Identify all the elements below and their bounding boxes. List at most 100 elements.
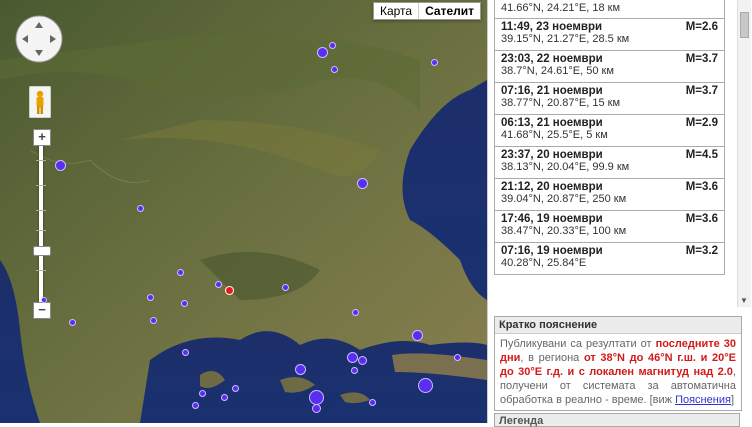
event-magnitude: M=3.6 xyxy=(685,213,718,225)
zoom-tick xyxy=(36,210,46,211)
event-magnitude: M=2.9 xyxy=(685,117,718,129)
map-view[interactable]: Карта Сателит + − xyxy=(0,0,487,423)
earthquake-marker[interactable] xyxy=(54,159,66,171)
earthquake-marker[interactable] xyxy=(316,46,328,58)
earthquake-marker[interactable] xyxy=(330,65,338,73)
legend-header[interactable]: Легенда xyxy=(494,413,740,427)
earthquake-marker[interactable] xyxy=(180,299,188,307)
list-item-header: 23:37, 20 ноември M=4.5 xyxy=(501,149,718,161)
earthquake-marker[interactable] xyxy=(328,41,336,49)
event-coordinates: 38.77°N, 20.87°E, 15 км xyxy=(501,97,621,109)
event-time: 06:13, 21 ноември xyxy=(501,117,603,129)
earthquake-marker[interactable] xyxy=(308,389,324,405)
earthquake-marker[interactable] xyxy=(198,389,206,397)
map-type-map-button[interactable]: Карта xyxy=(374,3,418,19)
explanation-link[interactable]: Пояснения xyxy=(675,394,731,406)
earthquake-marker[interactable] xyxy=(231,384,239,392)
event-coordinates: 40.28°N, 25.84°E xyxy=(501,257,587,269)
earthquake-marker[interactable] xyxy=(220,393,228,401)
earthquake-marker[interactable] xyxy=(41,297,47,303)
earthquake-marker[interactable] xyxy=(68,318,76,326)
earthquake-marker[interactable] xyxy=(146,293,154,301)
zoom-tick xyxy=(36,270,46,271)
list-item[interactable]: 17:46, 19 ноември M=3.6 38.47°N, 20.33°E, … xyxy=(494,211,725,243)
list-item[interactable]: 23:03, 22 ноември M=3.7 38.7°N, 24.61°E, 5… xyxy=(494,51,725,83)
zoom-slider-thumb[interactable] xyxy=(33,246,51,256)
map-type-satellite-button[interactable]: Сателит xyxy=(418,3,480,19)
earthquake-marker[interactable] xyxy=(214,280,222,288)
earthquake-marker[interactable] xyxy=(430,58,438,66)
earthquake-marker[interactable] xyxy=(356,177,368,189)
zoom-tick xyxy=(36,160,46,161)
explanation-part: ] xyxy=(730,394,734,406)
earthquake-marker[interactable] xyxy=(453,353,461,361)
earthquake-marker-selected[interactable] xyxy=(224,285,234,295)
list-item[interactable]: 41.66°N, 24.21°E, 18 км xyxy=(494,0,725,19)
event-time: 17:46, 19 ноември xyxy=(501,213,603,225)
earthquake-marker[interactable] xyxy=(350,366,358,374)
event-coordinates: 39.04°N, 20.87°E, 250 км xyxy=(501,193,627,205)
explanation-box: Кратко пояснение Публикувани са резултат… xyxy=(494,316,742,411)
list-item[interactable]: 07:16, 21 ноември M=3.7 38.77°N, 20.87°E, … xyxy=(494,83,725,115)
event-coordinates: 38.7°N, 24.61°E, 50 км xyxy=(501,65,614,77)
list-item[interactable]: 21:12, 20 ноември M=3.6 39.04°N, 20.87°E, … xyxy=(494,179,725,211)
earthquake-marker[interactable] xyxy=(411,329,423,341)
event-time: 07:16, 19 ноември xyxy=(501,245,603,257)
earthquake-marker[interactable] xyxy=(149,316,157,324)
zoom-out-button[interactable]: − xyxy=(33,302,51,319)
earthquake-marker[interactable] xyxy=(351,308,359,316)
list-item[interactable]: 23:37, 20 ноември M=4.5 38.13°N, 20.04°E, … xyxy=(494,147,725,179)
event-magnitude: M=3.7 xyxy=(685,53,718,65)
side-panel: 41.66°N, 24.21°E, 18 км 11:49, 23 ноември… xyxy=(487,0,752,427)
zoom-tick xyxy=(36,185,46,186)
earthquake-marker[interactable] xyxy=(191,401,199,409)
earthquake-marker[interactable] xyxy=(346,351,358,363)
event-time: 23:03, 22 ноември xyxy=(501,53,603,65)
list-item[interactable]: 06:13, 21 ноември M=2.9 41.68°N, 25.5°E, 5… xyxy=(494,115,725,147)
pegman-icon[interactable] xyxy=(29,86,51,118)
event-magnitude: M=3.7 xyxy=(685,85,718,97)
earthquake-marker[interactable] xyxy=(136,204,144,212)
map-type-control: Карта Сателит xyxy=(372,2,481,20)
list-item-header: 23:03, 22 ноември M=3.7 xyxy=(501,53,718,65)
earthquake-marker[interactable] xyxy=(368,398,376,406)
earthquake-marker[interactable] xyxy=(417,377,433,393)
zoom-slider-track[interactable] xyxy=(39,135,43,315)
event-time: 07:16, 21 ноември xyxy=(501,85,603,97)
earthquake-marker[interactable] xyxy=(294,363,306,375)
event-magnitude: M=2.6 xyxy=(685,21,718,33)
list-item-header: 21:12, 20 ноември M=3.6 xyxy=(501,181,718,193)
explanation-part: , в региона xyxy=(520,352,584,364)
event-coordinates: 41.66°N, 24.21°E, 18 км xyxy=(501,2,621,14)
event-time: 23:37, 20 ноември xyxy=(501,149,603,161)
earthquake-marker[interactable] xyxy=(281,283,289,291)
event-coordinates: 41.68°N, 25.5°E, 5 км xyxy=(501,129,608,141)
pan-control[interactable] xyxy=(14,14,64,64)
list-item-header: 07:16, 21 ноември M=3.7 xyxy=(501,85,718,97)
explanation-title: Кратко пояснение xyxy=(495,317,741,334)
list-item-header: 11:49, 23 ноември M=2.6 xyxy=(501,21,718,33)
event-magnitude: M=3.6 xyxy=(685,181,718,193)
event-time: 11:49, 23 ноември xyxy=(501,21,603,33)
earthquake-marker[interactable] xyxy=(176,268,184,276)
list-scrollbar[interactable]: ▼ xyxy=(737,0,751,307)
satellite-map-background xyxy=(0,0,487,423)
scroll-down-icon[interactable]: ▼ xyxy=(740,296,748,305)
earthquake-marker[interactable] xyxy=(181,348,189,356)
event-coordinates: 38.13°N, 20.04°E, 99.9 км xyxy=(501,161,630,173)
earthquake-marker[interactable] xyxy=(311,403,321,413)
event-magnitude: M=4.5 xyxy=(685,149,718,161)
event-coordinates: 39.15°N, 21.27°E, 28.5 км xyxy=(501,33,630,45)
zoom-in-button[interactable]: + xyxy=(33,129,51,146)
scrollbar-thumb[interactable] xyxy=(740,12,749,38)
event-coordinates: 38.47°N, 20.33°E, 100 км xyxy=(501,225,627,237)
event-time: 21:12, 20 ноември xyxy=(501,181,603,193)
explanation-part: Публикувани са резултати от xyxy=(500,338,656,350)
list-item-header: 07:16, 19 ноември M=3.2 xyxy=(501,245,718,257)
earthquake-list[interactable]: 41.66°N, 24.21°E, 18 км 11:49, 23 ноември… xyxy=(494,0,725,307)
list-item-header: 17:46, 19 ноември M=3.6 xyxy=(501,213,718,225)
list-item[interactable]: 11:49, 23 ноември M=2.6 39.15°N, 21.27°E, … xyxy=(494,19,725,51)
earthquake-marker[interactable] xyxy=(357,355,367,365)
explanation-text: Публикувани са резултати от последните 3… xyxy=(495,334,741,410)
list-item[interactable]: 07:16, 19 ноември M=3.2 40.28°N, 25.84°E xyxy=(494,243,725,275)
